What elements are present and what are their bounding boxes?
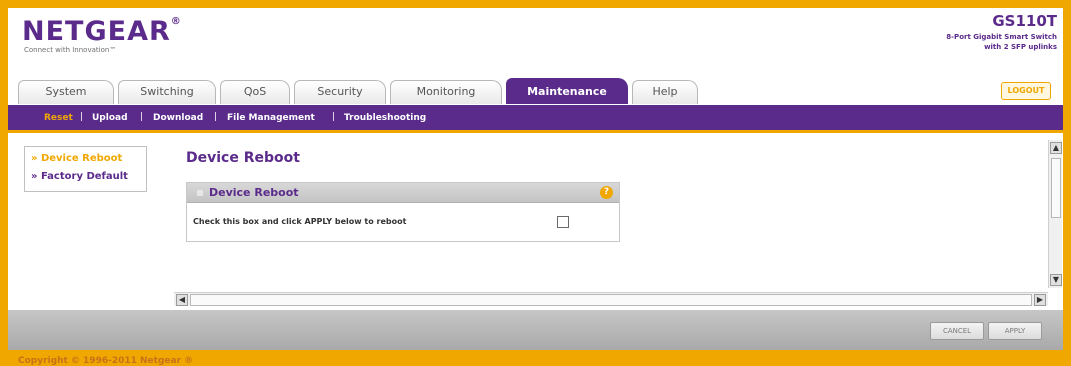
subnav-separator: | (80, 112, 84, 122)
subnav-file-management[interactable]: File Management (227, 113, 315, 123)
menu-factory-default[interactable]: » Factory Default (31, 171, 128, 182)
footer: Copyright © 1996-2011 Netgear ® (0, 350, 1071, 366)
scroll-left-icon[interactable]: ◀ (176, 294, 188, 306)
tab-help[interactable]: Help (632, 80, 698, 104)
model-description: 8-Port Gigabit Smart Switch with 2 SFP u… (907, 32, 1057, 52)
left-menu: » Device Reboot » Factory Default (24, 146, 147, 192)
subnav-troubleshooting[interactable]: Troubleshooting (344, 113, 426, 123)
reboot-instruction: Check this box and click APPLY below to … (193, 217, 407, 226)
help-icon[interactable]: ? (600, 186, 613, 199)
horizontal-scroll-thumb[interactable] (190, 294, 1032, 306)
subnav-download[interactable]: Download (153, 113, 203, 123)
subnav-upload[interactable]: Upload (92, 113, 128, 123)
menu-device-reboot[interactable]: » Device Reboot (31, 153, 122, 164)
scroll-up-icon[interactable]: ▲ (1050, 142, 1062, 154)
tagline: Connect with Innovation™ (24, 46, 117, 54)
copyright-text: Copyright © 1996-2011 Netgear ® (18, 356, 194, 366)
netgear-logo: NETGEAR® (22, 16, 182, 47)
subnav-separator: | (214, 112, 218, 122)
vertical-scrollbar[interactable]: ▲ ▼ (1048, 140, 1062, 288)
apply-button[interactable]: APPLY (988, 322, 1042, 340)
horizontal-scrollbar[interactable]: ◀ ▶ (174, 292, 1048, 306)
tab-monitoring[interactable]: Monitoring (390, 80, 502, 104)
tab-switching[interactable]: Switching (118, 80, 216, 104)
tab-maintenance[interactable]: Maintenance (506, 78, 628, 104)
sub-navigation: Reset | Upload | Download | File Managem… (8, 105, 1063, 133)
scroll-down-icon[interactable]: ▼ (1050, 274, 1062, 286)
logout-button[interactable]: LOGOUT (1001, 82, 1051, 100)
tab-system[interactable]: System (18, 80, 114, 104)
tab-qos[interactable]: QoS (220, 80, 290, 104)
device-reboot-panel: Device Reboot ? Check this box and click… (186, 182, 620, 242)
button-bar: CANCEL APPLY (8, 310, 1063, 350)
subnav-separator: | (332, 112, 336, 122)
panel-title: Device Reboot (209, 186, 299, 199)
model-desc-line-2: with 2 SFP uplinks (984, 43, 1057, 51)
vertical-scroll-thumb[interactable] (1051, 158, 1061, 218)
model-desc-line-1: 8-Port Gigabit Smart Switch (946, 33, 1057, 41)
subnav-separator: | (140, 112, 144, 122)
cancel-button[interactable]: CANCEL (930, 322, 984, 340)
scroll-right-icon[interactable]: ▶ (1034, 294, 1046, 306)
panel-grip-icon (197, 190, 203, 196)
reboot-checkbox[interactable] (557, 216, 569, 228)
tab-security[interactable]: Security (294, 80, 386, 104)
model-name: GS110T (992, 12, 1057, 30)
panel-header: Device Reboot ? (187, 183, 619, 203)
subnav-reset[interactable]: Reset (44, 113, 73, 123)
page-title: Device Reboot (186, 150, 300, 166)
